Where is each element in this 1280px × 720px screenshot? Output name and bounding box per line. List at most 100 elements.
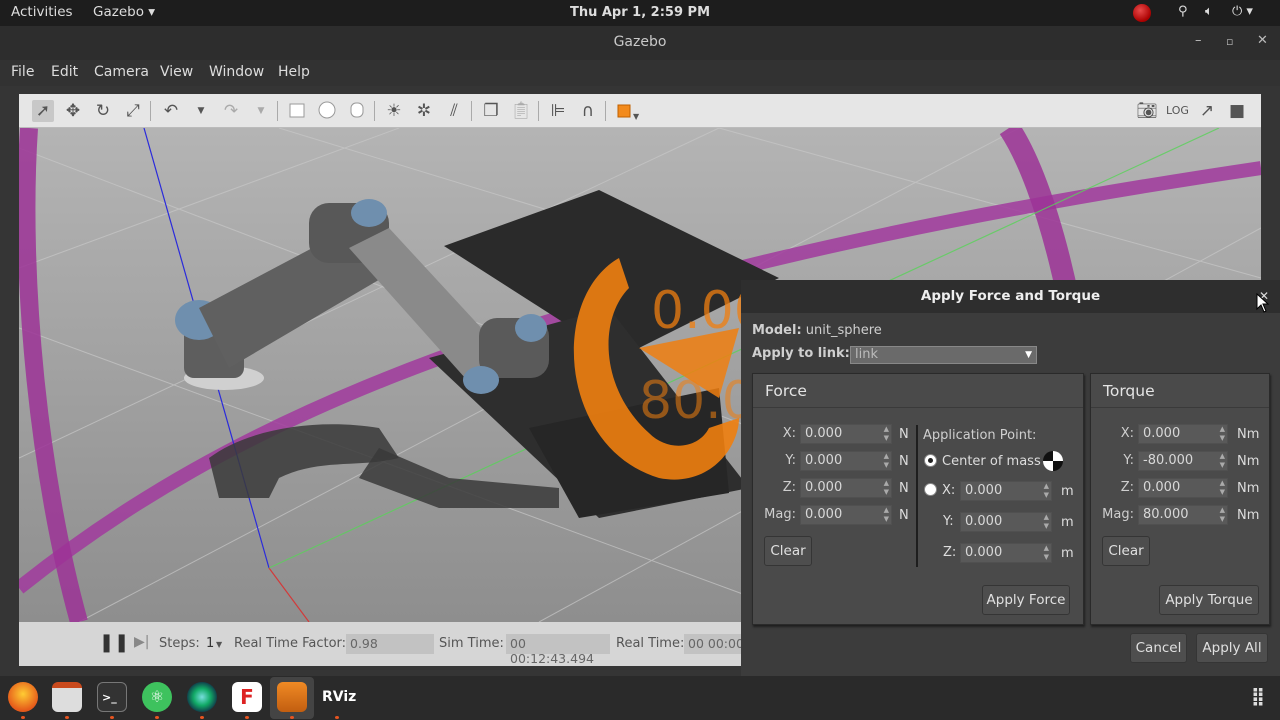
torque-y-input[interactable]: -80.000 ▲ ▼ bbox=[1138, 451, 1228, 471]
network-icon[interactable]: ⚲ bbox=[1178, 4, 1188, 19]
force-x-input[interactable]: 0.000 ▲ ▼ bbox=[800, 424, 892, 444]
terminal-icon[interactable]: >_ bbox=[97, 682, 127, 712]
point-z-input[interactable]: 0.000 ▲ ▼ bbox=[960, 543, 1052, 563]
copy-icon[interactable]: ❐ bbox=[480, 100, 502, 122]
activities-button[interactable]: Activities bbox=[11, 4, 73, 20]
apply-force-torque-dialog: Apply Force and Torque ✕ Model: unit_sph… bbox=[741, 280, 1280, 676]
steps-value[interactable]: 1 bbox=[206, 636, 214, 651]
redo-icon[interactable]: ↷ bbox=[220, 100, 242, 122]
screenshot-icon[interactable]: 📷︎ bbox=[1136, 100, 1158, 122]
menu-view[interactable]: View bbox=[160, 64, 193, 81]
app-menu[interactable]: Gazebo ▾ bbox=[93, 4, 155, 20]
point-x-input[interactable]: 0.000 ▲ ▼ bbox=[960, 481, 1052, 501]
toolbar-separator bbox=[277, 101, 278, 121]
apply-torque-button[interactable]: Apply Torque bbox=[1159, 585, 1259, 615]
undo-history-icon[interactable]: ▼ bbox=[190, 100, 212, 122]
undo-icon[interactable]: ↶ bbox=[160, 100, 182, 122]
fiji-icon[interactable]: F bbox=[232, 682, 262, 712]
redo-history-icon[interactable]: ▼ bbox=[250, 100, 272, 122]
custom-point-radio[interactable] bbox=[924, 483, 937, 496]
point-z-label: Z: bbox=[943, 545, 957, 560]
chevron-down-icon[interactable]: ▼ bbox=[216, 640, 222, 649]
model-label: Model: bbox=[752, 323, 802, 338]
log-icon[interactable]: LOG bbox=[1166, 100, 1189, 122]
rviz-icon[interactable]: RViz bbox=[322, 682, 356, 712]
paste-icon[interactable]: 📋︎ bbox=[510, 100, 532, 122]
menu-camera[interactable]: Camera bbox=[94, 64, 149, 81]
cancel-button[interactable]: Cancel bbox=[1130, 633, 1187, 663]
atom-icon[interactable]: ⚛ bbox=[142, 682, 172, 712]
apply-force-button[interactable]: Apply Force bbox=[982, 585, 1070, 615]
stepper-icon[interactable]: ▲ ▼ bbox=[884, 506, 889, 524]
video-icon[interactable]: ■ bbox=[1226, 100, 1248, 122]
view-angle-icon[interactable]: ▼ bbox=[613, 100, 643, 122]
select-arrow-icon[interactable]: ➚ bbox=[32, 100, 54, 122]
chevron-down-icon: ▼ bbox=[1025, 350, 1032, 360]
cylinder-icon[interactable] bbox=[346, 100, 368, 122]
window-title-bar: Gazebo – ▫ ✕ bbox=[0, 26, 1280, 60]
show-apps-icon[interactable]: ⣿ bbox=[1243, 682, 1273, 712]
force-y-label: Y: bbox=[785, 453, 796, 468]
clear-force-button[interactable]: Clear bbox=[764, 536, 812, 566]
menu-file[interactable]: File bbox=[11, 64, 34, 81]
stepper-icon[interactable]: ▲ ▼ bbox=[1220, 479, 1225, 497]
force-z-input[interactable]: 0.000 ▲ ▼ bbox=[800, 478, 892, 498]
torque-y-label: Y: bbox=[1123, 453, 1134, 468]
point-light-icon[interactable]: ☀ bbox=[383, 100, 405, 122]
maximize-icon[interactable]: ▫ bbox=[1226, 35, 1233, 48]
files-icon[interactable] bbox=[52, 682, 82, 712]
force-mag-input[interactable]: 0.000 ▲ ▼ bbox=[800, 505, 892, 525]
force-y-unit: N bbox=[899, 454, 909, 469]
system-monitor-icon[interactable] bbox=[187, 682, 217, 712]
translate-icon[interactable]: ✥ bbox=[62, 100, 84, 122]
stepper-icon[interactable]: ▲ ▼ bbox=[884, 452, 889, 470]
gazebo-icon[interactable] bbox=[277, 682, 307, 712]
torque-mag-input[interactable]: 80.000 ▲ ▼ bbox=[1138, 505, 1228, 525]
power-icon[interactable]: ⏻ ▾ bbox=[1232, 4, 1253, 19]
application-point-label: Application Point: bbox=[923, 428, 1037, 443]
step-icon[interactable]: ▶| bbox=[134, 634, 149, 650]
snap-icon[interactable]: ∩ bbox=[577, 100, 599, 122]
stepper-icon[interactable]: ▲ ▼ bbox=[1220, 425, 1225, 443]
clear-torque-button[interactable]: Clear bbox=[1102, 536, 1150, 566]
spot-light-icon[interactable]: ✲ bbox=[413, 100, 435, 122]
plot-icon[interactable]: ↗ bbox=[1196, 100, 1218, 122]
scale-icon[interactable]: ⤢ bbox=[122, 100, 144, 122]
stepper-icon[interactable]: ▲ ▼ bbox=[1044, 544, 1049, 562]
align-icon[interactable]: ⊫ bbox=[547, 100, 569, 122]
steps-label: Steps: bbox=[159, 636, 200, 651]
close-window-icon[interactable]: ✕ bbox=[1257, 33, 1268, 48]
record-icon[interactable] bbox=[1133, 4, 1151, 22]
box-icon[interactable] bbox=[286, 100, 308, 122]
sphere-icon[interactable] bbox=[316, 100, 338, 122]
stepper-icon[interactable]: ▲ ▼ bbox=[1220, 452, 1225, 470]
clock[interactable]: Thu Apr 1, 2:59 PM bbox=[570, 5, 710, 20]
directional-light-icon[interactable]: ⫽ bbox=[443, 100, 465, 122]
point-y-unit: m bbox=[1061, 515, 1074, 530]
torque-x-input[interactable]: 0.000 ▲ ▼ bbox=[1138, 424, 1228, 444]
firefox-icon[interactable] bbox=[8, 682, 38, 712]
center-of-mass-radio[interactable] bbox=[924, 454, 937, 467]
link-select[interactable]: link ▼ bbox=[850, 346, 1037, 364]
stepper-icon[interactable]: ▲ ▼ bbox=[1044, 482, 1049, 500]
force-mag-label: Mag: bbox=[764, 507, 796, 522]
torque-z-input[interactable]: 0.000 ▲ ▼ bbox=[1138, 478, 1228, 498]
menu-help[interactable]: Help bbox=[278, 64, 310, 81]
stepper-icon[interactable]: ▲ ▼ bbox=[884, 425, 889, 443]
menu-edit[interactable]: Edit bbox=[51, 64, 78, 81]
stepper-icon[interactable]: ▲ ▼ bbox=[1044, 513, 1049, 531]
divider bbox=[1091, 407, 1269, 408]
divider bbox=[753, 407, 1083, 408]
point-y-input[interactable]: 0.000 ▲ ▼ bbox=[960, 512, 1052, 532]
force-y-input[interactable]: 0.000 ▲ ▼ bbox=[800, 451, 892, 471]
pause-icon[interactable]: ❚❚ bbox=[99, 632, 129, 653]
volume-icon[interactable]: 🔈︎ bbox=[1205, 4, 1213, 19]
running-indicator bbox=[65, 716, 69, 719]
stepper-icon[interactable]: ▲ ▼ bbox=[884, 479, 889, 497]
apply-all-button[interactable]: Apply All bbox=[1196, 633, 1268, 663]
toolbar-separator bbox=[374, 101, 375, 121]
menu-window[interactable]: Window bbox=[209, 64, 264, 81]
minimize-icon[interactable]: – bbox=[1195, 33, 1202, 48]
rotate-icon[interactable]: ↻ bbox=[92, 100, 114, 122]
stepper-icon[interactable]: ▲ ▼ bbox=[1220, 506, 1225, 524]
